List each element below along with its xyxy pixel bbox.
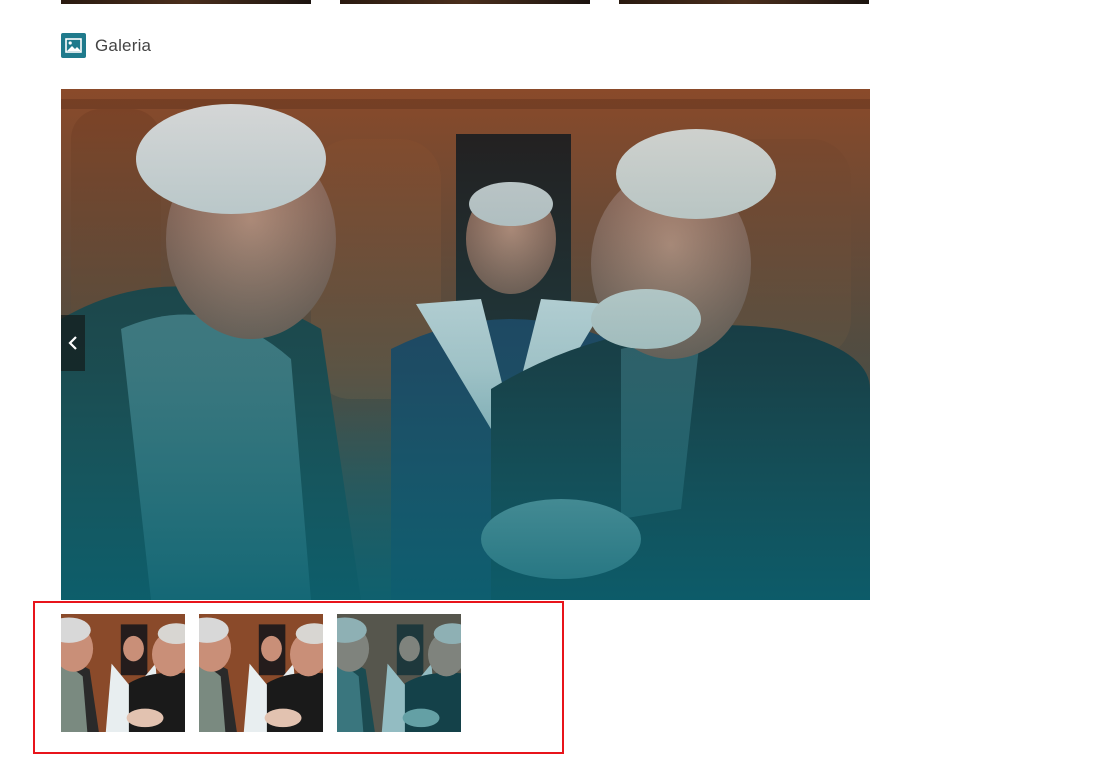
prev-image-button[interactable] [61, 315, 85, 371]
gallery-page: Galeria [0, 0, 1100, 758]
chevron-left-icon [68, 336, 77, 350]
thumbnail-1[interactable] [61, 614, 185, 732]
previous-image-3[interactable] [619, 0, 869, 4]
thumbnail-3[interactable] [337, 614, 461, 732]
section-title: Galeria [95, 35, 152, 55]
main-gallery-image[interactable] [61, 89, 870, 600]
thumbnail-2[interactable] [199, 614, 323, 732]
thumbnail-strip [61, 614, 461, 732]
previous-image-2[interactable] [340, 0, 590, 4]
gallery-heading: Galeria [61, 33, 151, 58]
previous-image-1[interactable] [61, 0, 311, 4]
previous-row-images [61, 0, 869, 4]
image-icon [61, 33, 86, 58]
